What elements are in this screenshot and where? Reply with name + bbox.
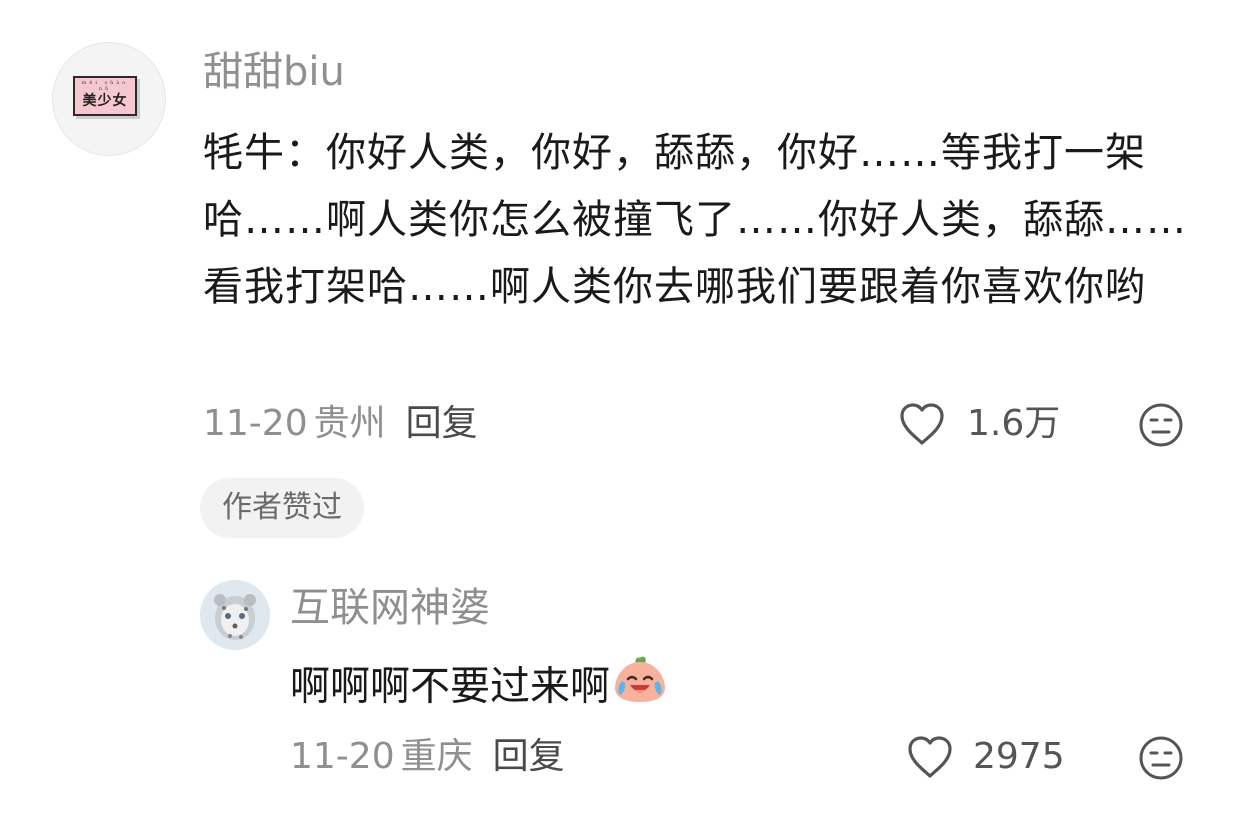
- reply-username[interactable]: 互联网神婆: [290, 582, 490, 634]
- reply-location: 重庆: [400, 736, 473, 777]
- reply-avatar[interactable]: [200, 580, 270, 650]
- reply-text-row: 啊啊啊不要过来啊: [290, 655, 668, 722]
- reply-date: 11-20: [290, 736, 395, 777]
- reply-button[interactable]: 回复: [406, 403, 478, 444]
- reply-like-count: 2975: [973, 736, 1065, 777]
- comment-meta: 11-20 贵州 回复: [203, 400, 478, 448]
- heart-outline-icon[interactable]: [897, 401, 947, 451]
- meh-face-icon[interactable]: [1138, 735, 1184, 785]
- comment-location: 贵州: [313, 403, 386, 444]
- comment-date: 11-20: [203, 403, 308, 444]
- heart-outline-icon[interactable]: [905, 734, 955, 784]
- reply-meta: 11-20 重庆 回复: [290, 733, 565, 781]
- author-liked-badge: 作者赞过: [200, 478, 364, 538]
- reply-text: 啊啊啊不要过来啊: [290, 663, 610, 710]
- crying-laughing-emoji-icon: [612, 655, 668, 722]
- like-count: 1.6万: [967, 403, 1061, 444]
- comment-text: 牦牛：你好人类，你好，舔舔，你好……等我打一架哈……啊人类你怎么被撞飞了……你好…: [203, 130, 1187, 310]
- reply-reply-button[interactable]: 回复: [493, 736, 565, 777]
- meh-face-icon[interactable]: [1138, 402, 1184, 452]
- user-avatar[interactable]: měi shào nǚ 美少女: [52, 42, 166, 156]
- avatar-text: 美少女: [82, 93, 128, 109]
- comment-username[interactable]: 甜甜biu: [203, 46, 345, 98]
- avatar-card: měi shào nǚ 美少女: [73, 76, 137, 116]
